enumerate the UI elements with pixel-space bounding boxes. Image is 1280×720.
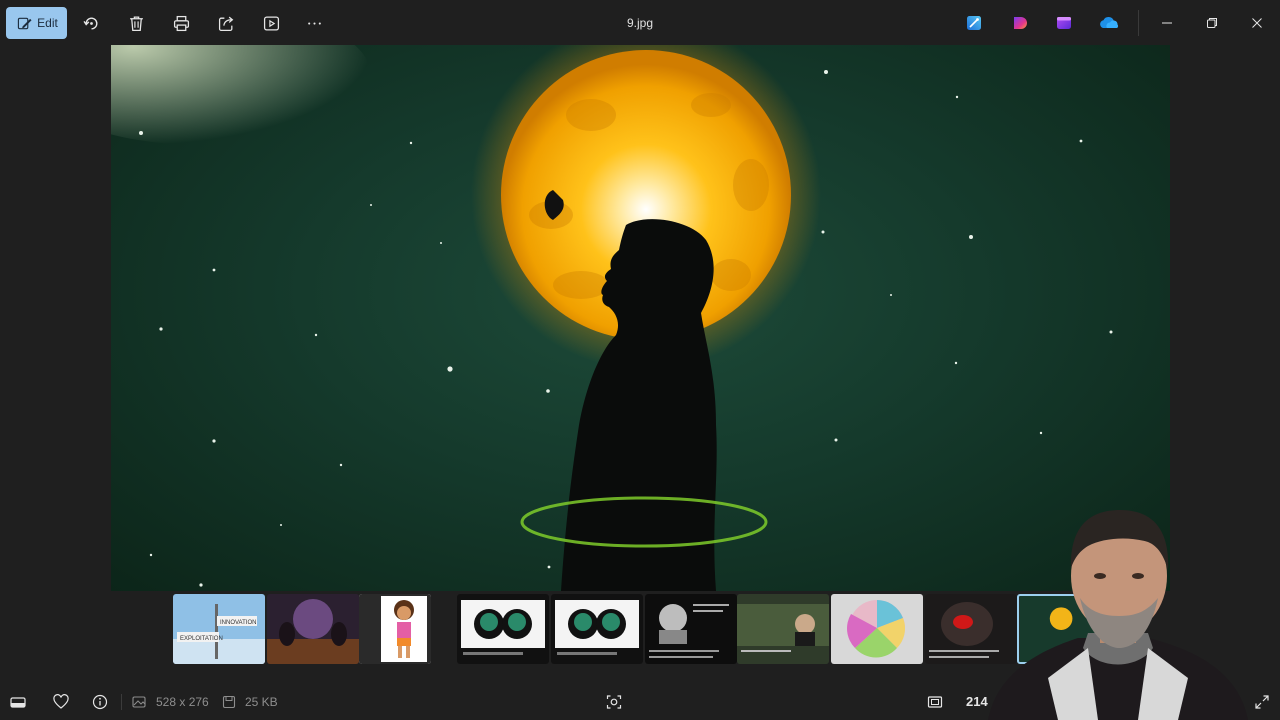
heart-icon xyxy=(53,694,69,709)
close-icon xyxy=(1252,18,1262,28)
zoom-level[interactable]: 214 xyxy=(966,694,988,709)
image-size-icon xyxy=(132,696,146,708)
more-icon xyxy=(307,21,321,25)
filesize-icon-wrap xyxy=(221,692,237,712)
visual-search-button[interactable] xyxy=(604,692,624,712)
thumbnail[interactable] xyxy=(359,594,431,664)
file-size: 25 KB xyxy=(245,695,278,709)
share-button[interactable] xyxy=(210,7,242,39)
thumbnail-image-signs: INNOVATION EXPLOITATION xyxy=(173,594,265,664)
rotate-button[interactable] xyxy=(75,7,107,39)
thumbnail-image-cartoon xyxy=(359,594,431,664)
svg-text:EXPLOITATION: EXPLOITATION xyxy=(180,636,223,642)
fullscreen-icon xyxy=(1255,695,1269,709)
thumbnail-image-portrait xyxy=(645,594,737,664)
delete-icon xyxy=(129,15,143,31)
thumbnail[interactable] xyxy=(267,594,359,664)
thumbnail[interactable] xyxy=(737,594,829,664)
restore-button[interactable] xyxy=(1201,12,1223,34)
slideshow-icon xyxy=(263,15,279,31)
clipchamp-icon xyxy=(1014,17,1027,29)
info-button[interactable] xyxy=(90,692,110,712)
filmstrip-icon xyxy=(10,697,26,708)
slideshow-button[interactable] xyxy=(255,7,287,39)
thumbnail-image-matrix xyxy=(737,594,829,664)
onedrive-button[interactable] xyxy=(1098,14,1120,32)
top-toolbar: Edit 9.jpg xyxy=(0,0,1280,45)
svg-text:INNOVATION: INNOVATION xyxy=(220,620,256,626)
close-button[interactable] xyxy=(1246,12,1268,34)
rotate-icon xyxy=(82,17,97,30)
image-dimensions: 528 x 276 xyxy=(156,695,209,709)
clipchamp-button[interactable] xyxy=(1010,14,1028,32)
edit-button[interactable]: Edit xyxy=(6,7,67,39)
fit-to-window-button[interactable] xyxy=(925,692,945,712)
favorite-button[interactable] xyxy=(51,692,71,712)
thumbnail[interactable]: INNOVATION EXPLOITATION xyxy=(173,594,265,664)
dimensions-icon-wrap xyxy=(131,692,147,712)
bottom-divider xyxy=(121,694,122,710)
share-icon xyxy=(218,16,233,31)
thumbnail-image-heads-1 xyxy=(457,594,549,664)
thumbnail-image-dinner xyxy=(267,594,359,664)
clipchamp-video-button[interactable] xyxy=(1055,14,1073,32)
designer-button[interactable] xyxy=(965,14,983,32)
edit-icon xyxy=(18,17,32,29)
bottom-bar: 528 x 276 25 KB 214 xyxy=(0,684,1280,720)
thumbnail-image-heads-2 xyxy=(551,594,643,664)
thumbnail[interactable] xyxy=(645,594,737,664)
cloud xyxy=(111,45,371,145)
clipchamp-video-icon xyxy=(1057,17,1071,29)
more-button[interactable] xyxy=(298,7,330,39)
toolbar-divider xyxy=(1138,10,1139,36)
visual-search-icon xyxy=(606,695,622,709)
thumbnail-image-wheel xyxy=(831,594,923,664)
info-icon xyxy=(92,694,108,710)
save-disk-icon xyxy=(222,695,236,709)
thumbnail[interactable] xyxy=(551,594,643,664)
fullscreen-button[interactable] xyxy=(1252,692,1272,712)
file-title: 9.jpg xyxy=(626,16,654,30)
filmstrip-toggle-button[interactable] xyxy=(8,692,28,712)
minimize-button[interactable] xyxy=(1156,12,1178,34)
print-icon xyxy=(173,15,189,31)
delete-button[interactable] xyxy=(120,7,152,39)
edit-label: Edit xyxy=(37,16,58,30)
thumbnail[interactable] xyxy=(457,594,549,664)
restore-icon xyxy=(1207,18,1217,28)
thumbnail[interactable] xyxy=(831,594,923,664)
fit-window-icon xyxy=(927,696,943,708)
onedrive-icon xyxy=(1100,16,1119,28)
print-button[interactable] xyxy=(165,7,197,39)
minimize-icon xyxy=(1162,22,1172,24)
designer-icon xyxy=(967,16,981,30)
